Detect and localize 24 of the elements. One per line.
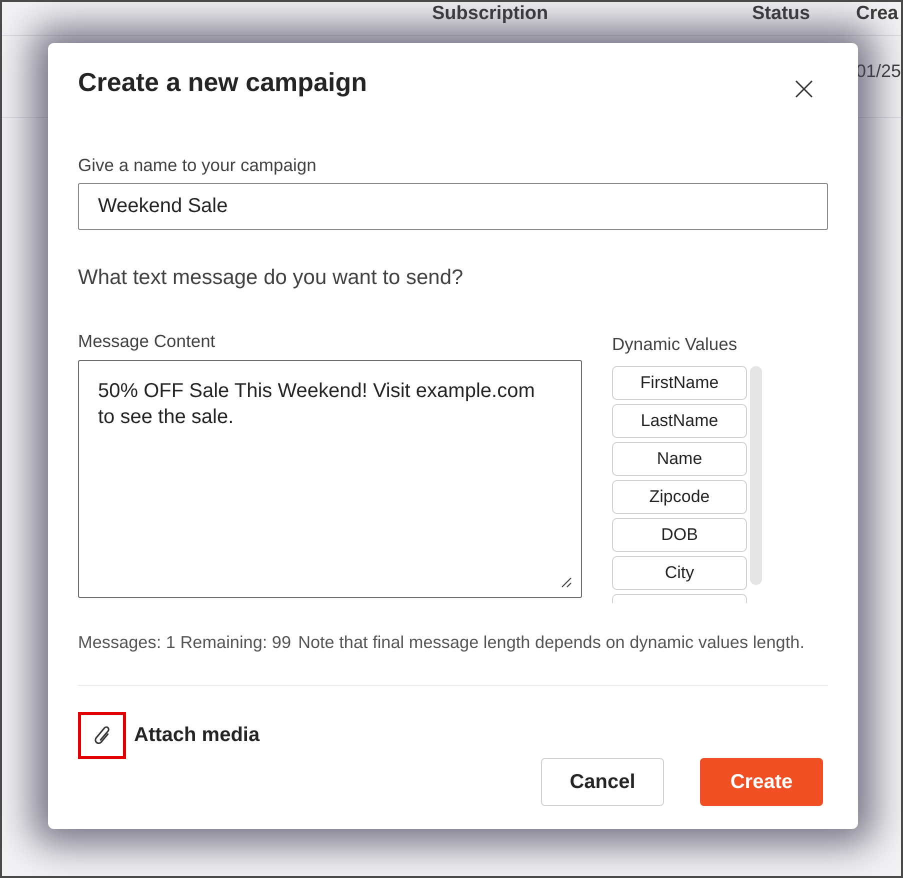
dialog-title: Create a new campaign [78, 66, 367, 98]
dynamic-value-chip[interactable]: Zipcode [612, 480, 747, 514]
cancel-button[interactable]: Cancel [541, 758, 664, 806]
campaign-name-field[interactable]: Weekend Sale [78, 183, 828, 230]
dynamic-value-chip[interactable]: City [612, 556, 747, 590]
dynamic-value-chip[interactable]: LastName [612, 404, 747, 438]
dynamic-values-label: Dynamic Values [612, 334, 738, 354]
attach-media-button[interactable]: Attach media [78, 712, 260, 759]
length-note: Note that final message length depends on dynamic values length. [298, 632, 804, 652]
dynamic-value-chip[interactable]: FirstName [612, 366, 747, 400]
dynamic-value-chip[interactable]: Name [612, 442, 747, 476]
resize-grip-icon[interactable] [561, 577, 572, 588]
field-label: Give a name to your campaign [78, 155, 318, 175]
message-content-field[interactable]: 50% OFF Sale This Weekend! Visit example.com to see the sale. [78, 360, 582, 598]
section-prompt: What text message do you want to send? [78, 265, 464, 291]
column-header: Status [752, 3, 812, 26]
close-icon [795, 80, 813, 98]
dynamic-value-chip[interactable]: DOB [612, 518, 747, 552]
create-button[interactable]: Create [700, 758, 823, 806]
field-label: Message Content [78, 331, 216, 351]
column-header: Crea [856, 3, 900, 26]
column-header: Subscription [432, 3, 550, 26]
scrollbar-thumb[interactable] [750, 366, 762, 585]
message-counter: Messages: 1 Remaining: 99 [78, 632, 292, 652]
